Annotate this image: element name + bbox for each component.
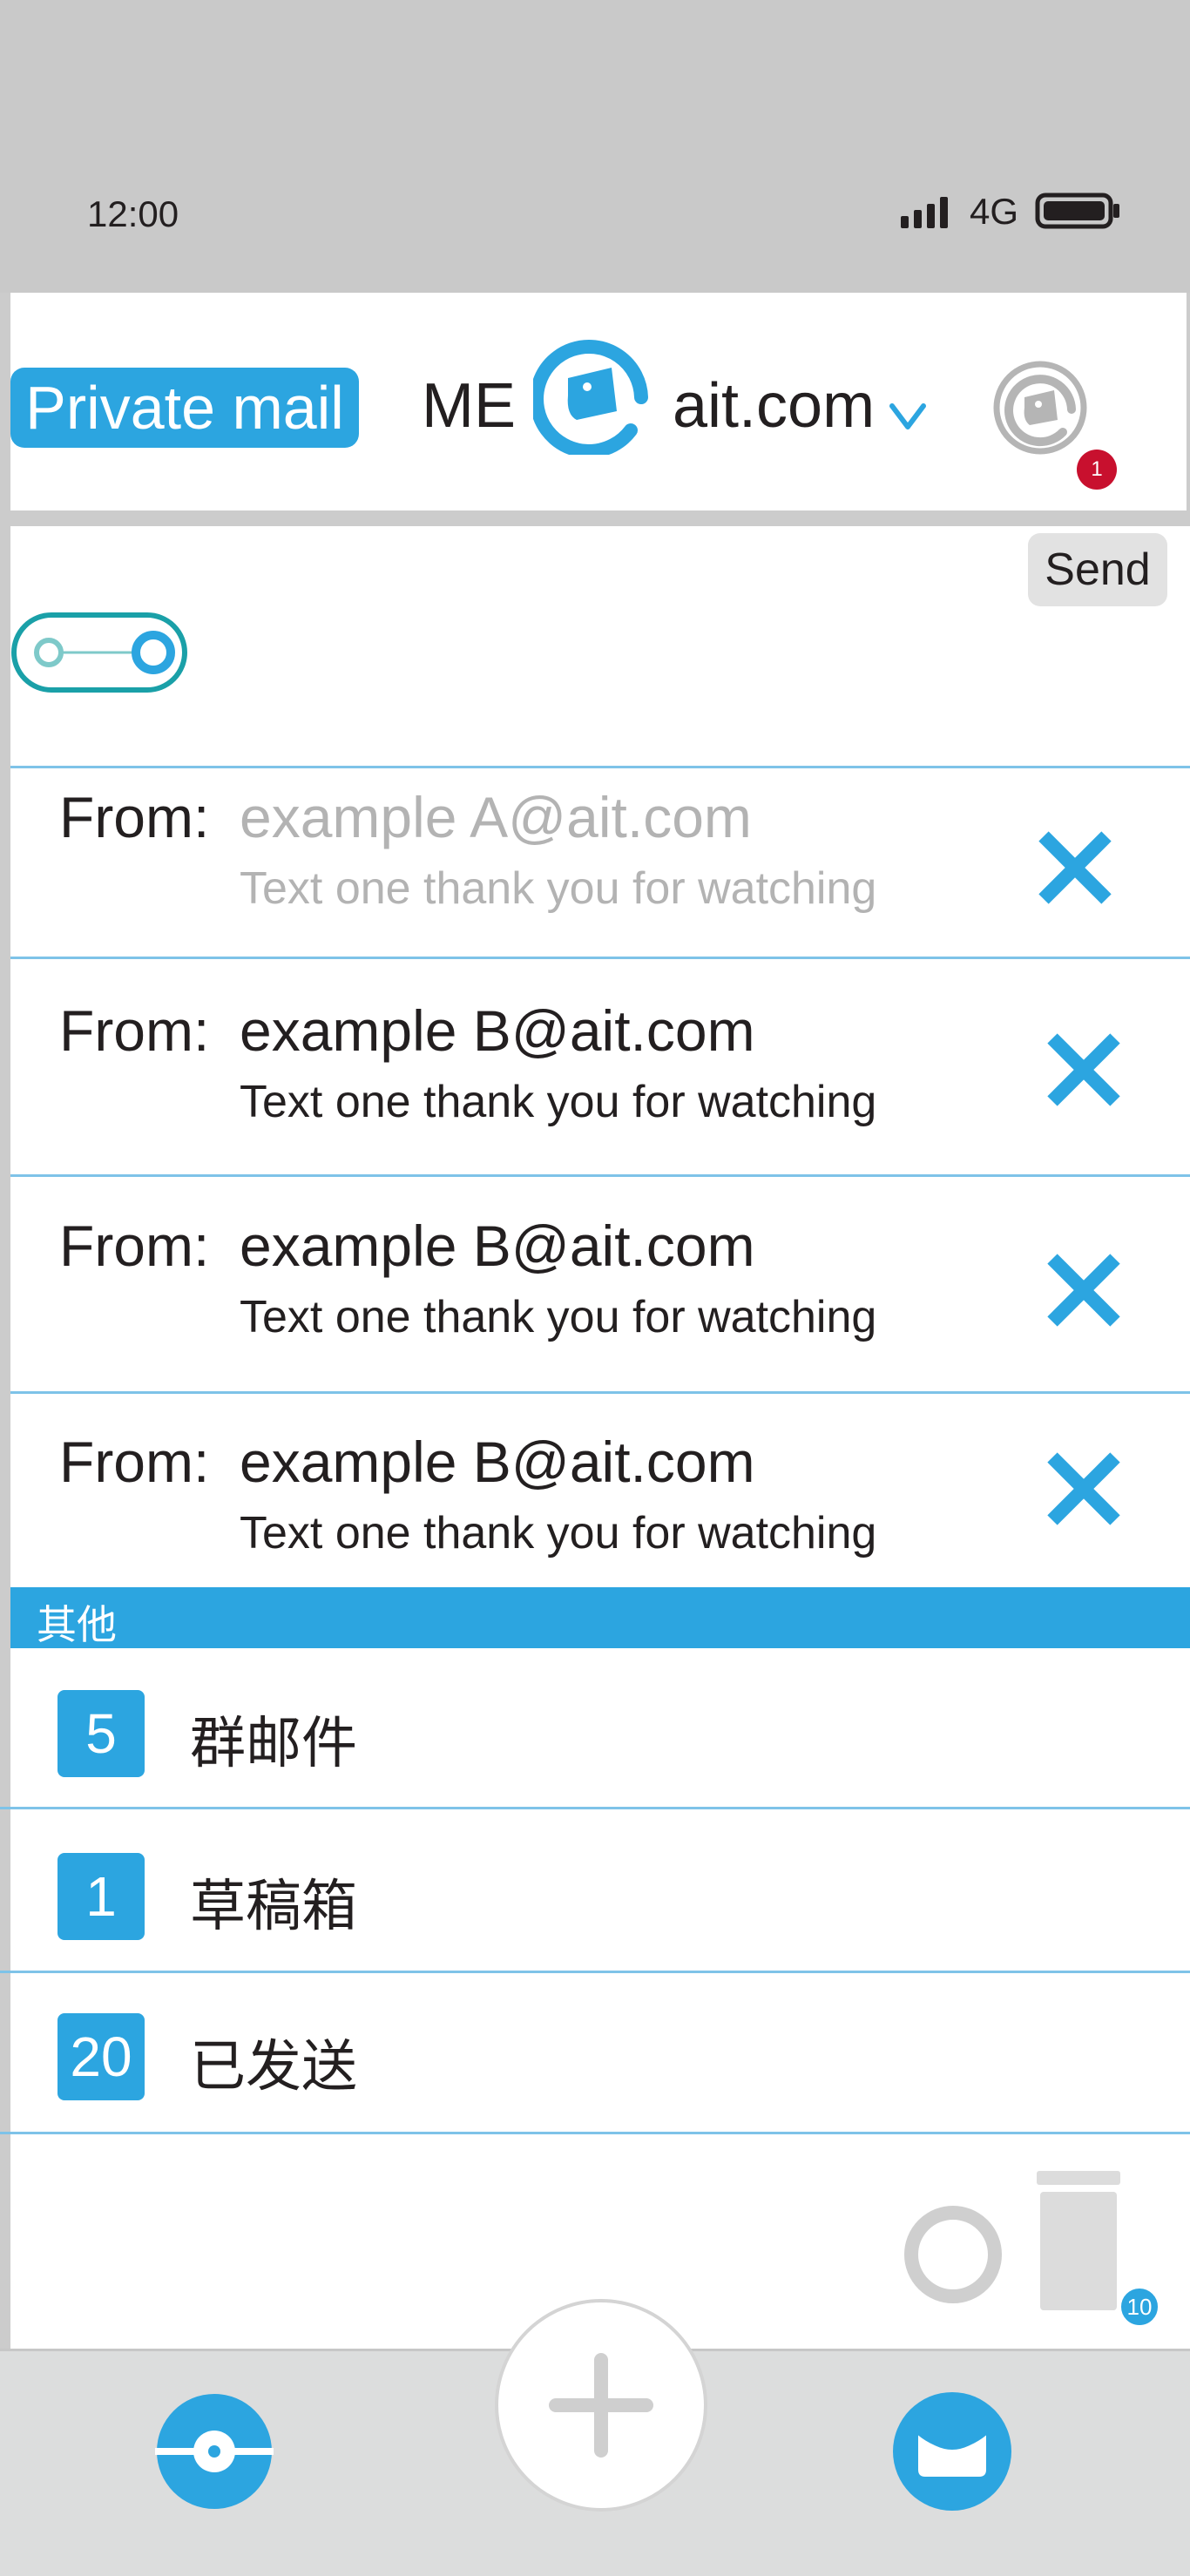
- signal-bars-icon: [901, 197, 948, 228]
- circle-ring-icon[interactable]: [903, 2204, 1004, 2305]
- mail-address: example B@ait.com: [240, 1430, 755, 1494]
- mail-from-label: From:: [59, 1214, 210, 1278]
- at-sign-profile-icon[interactable]: [991, 359, 1089, 456]
- mail-from-label: From:: [59, 1430, 210, 1494]
- network-type: 4G: [970, 191, 1019, 232]
- status-time: 12:00: [87, 193, 179, 234]
- mail-snippet: Text one thank you for watching: [240, 1508, 877, 1558]
- account-domain[interactable]: ait.com: [673, 370, 875, 442]
- mail-from-label: From:: [59, 785, 210, 849]
- mail-address: example B@ait.com: [240, 1214, 755, 1278]
- mail-from-label: From:: [59, 998, 210, 1063]
- divider: [10, 1174, 1190, 1177]
- close-x-icon[interactable]: [1044, 1449, 1124, 1529]
- divider: [0, 1807, 1190, 1809]
- section-title: 其他: [37, 1601, 117, 1648]
- notification-badge: 1: [1077, 450, 1117, 490]
- mail-mode-button[interactable]: Private mail: [10, 368, 359, 448]
- close-x-icon[interactable]: [1044, 1250, 1124, 1330]
- trash-can-icon[interactable]: [1037, 2169, 1120, 2312]
- envelope-icon[interactable]: [892, 2391, 1012, 2512]
- divider: [0, 2132, 1190, 2134]
- status-bar: [0, 0, 1190, 293]
- folder-count-badge: 1: [57, 1853, 145, 1940]
- compose-plus-button[interactable]: [492, 2296, 710, 2514]
- folder-label: 群邮件: [190, 1712, 357, 1776]
- folder-count-badge: 5: [57, 1690, 145, 1777]
- mail-snippet: Text one thank you for watching: [240, 1292, 877, 1342]
- folder-label: 已发送: [190, 2035, 357, 2099]
- send-button[interactable]: Send: [1028, 533, 1167, 606]
- close-x-icon[interactable]: [1035, 828, 1115, 908]
- mail-address: example B@ait.com: [240, 998, 755, 1063]
- divider: [10, 766, 1190, 768]
- folder-count-badge: 20: [57, 2013, 145, 2100]
- close-x-icon[interactable]: [1044, 1030, 1124, 1110]
- folder-label: 草稿箱: [190, 1875, 357, 1939]
- divider: [10, 1391, 1190, 1394]
- toggle-switch-icon[interactable]: [10, 612, 188, 693]
- trash-count-badge: 10: [1119, 2286, 1160, 2328]
- mail-snippet: Text one thank you for watching: [240, 1077, 877, 1127]
- mail-snippet: Text one thank you for watching: [240, 863, 877, 914]
- divider: [0, 1971, 1190, 1973]
- at-sign-logo-icon[interactable]: [533, 335, 653, 455]
- section-header: [10, 1587, 1190, 1648]
- chevron-down-icon[interactable]: [887, 399, 929, 434]
- mail-address: example A@ait.com: [240, 785, 752, 849]
- disc-icon[interactable]: [155, 2392, 274, 2511]
- divider: [10, 957, 1190, 959]
- account-prefix[interactable]: ME: [422, 370, 516, 442]
- battery-icon: [1035, 193, 1119, 229]
